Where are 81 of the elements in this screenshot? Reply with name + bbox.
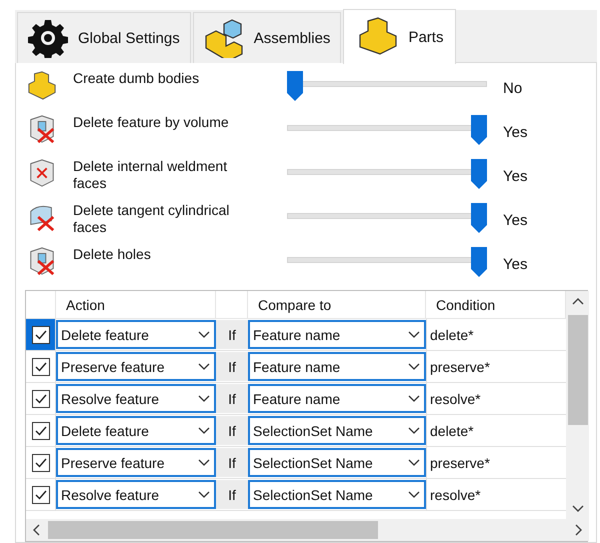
operator-cell: If [228,358,236,374]
compare-dropdown[interactable]: Feature name [248,352,426,381]
column-header: Action [66,296,105,312]
checkbox[interactable] [32,358,50,376]
operator-cell: If [228,390,236,406]
option-value: Yes [503,168,528,185]
compare-dropdown[interactable]: SelectionSet Name [248,448,426,477]
chevron-down-icon [408,490,420,498]
scroll-right-icon[interactable] [575,524,583,536]
action-dropdown[interactable]: Resolve feature [56,480,216,509]
table-cell: preserve* [430,454,490,470]
chevron-down-icon [198,458,210,466]
row-selector[interactable] [26,319,56,350]
operator-cell: If [228,454,236,470]
chevron-down-icon [408,426,420,434]
checkbox[interactable] [32,486,50,504]
chevron-down-icon [198,394,210,402]
slider-thumb[interactable] [471,115,487,145]
action-dropdown[interactable]: Delete feature [56,416,216,445]
column-header: Compare to [258,296,332,312]
option-value: Yes [503,124,528,141]
option-value: Yes [503,256,528,273]
block-icon [358,17,398,57]
chevron-down-icon [198,330,210,338]
slider-thumb[interactable] [471,203,487,233]
compare-dropdown[interactable]: Feature name [248,320,426,349]
checkbox[interactable] [32,454,50,472]
operator-cell: If [228,486,236,502]
scroll-left-icon[interactable] [32,524,40,536]
slider-thumb[interactable] [471,247,487,277]
chevron-down-icon [408,362,420,370]
table-cell: resolve* [430,486,481,502]
slider[interactable] [287,203,487,233]
checkbox[interactable] [32,422,50,440]
action-dropdown[interactable]: Preserve feature [56,448,216,477]
chevron-down-icon [198,362,210,370]
operator-cell: If [228,326,236,342]
option-label: Delete tangent cylindrical faces [73,202,230,236]
table-cell: delete* [430,326,474,342]
option-label: Delete internal weldment faces [73,158,228,192]
option-label: Create dumb bodies [73,70,200,87]
option-label: Delete feature by volume [73,114,230,131]
slider[interactable] [287,115,487,145]
vertical-scrollbar[interactable] [566,291,589,519]
scroll-up-icon[interactable] [572,297,584,305]
tab[interactable]: Global Settings [17,12,191,63]
scroll-down-icon[interactable] [572,505,584,513]
option-value: No [503,80,524,97]
compare-dropdown[interactable]: SelectionSet Name [248,480,426,509]
option-value: Yes [503,212,528,229]
tab[interactable]: Assemblies [192,12,342,63]
column-header: Condition [436,296,496,312]
compare-dropdown[interactable]: Feature name [248,384,426,413]
horizontal-scrollbar[interactable] [26,519,589,541]
slider[interactable] [287,71,487,101]
scroll-thumb[interactable] [568,315,588,425]
tab[interactable]: Parts [343,9,456,64]
checkbox[interactable] [32,326,50,344]
table-cell: preserve* [430,358,490,374]
action-dropdown[interactable]: Preserve feature [56,352,216,381]
chevron-down-icon [198,426,210,434]
operator-cell: If [228,422,236,438]
compare-dropdown[interactable]: SelectionSet Name [248,416,426,445]
checkbox[interactable] [32,390,50,408]
table-cell: delete* [430,422,474,438]
gear-icon [28,18,68,58]
slider[interactable] [287,247,487,277]
action-dropdown[interactable]: Resolve feature [56,384,216,413]
blocks-icon [204,18,244,58]
slider[interactable] [287,159,487,189]
chevron-down-icon [408,330,420,338]
slider-thumb[interactable] [287,71,303,101]
table-cell: resolve* [430,390,481,406]
chevron-down-icon [408,394,420,402]
chevron-down-icon [198,490,210,498]
scroll-thumb[interactable] [48,521,378,539]
block-icon [27,70,57,100]
action-dropdown[interactable]: Delete feature [56,320,216,349]
option-label: Delete holes [73,246,152,263]
chevron-down-icon [408,458,420,466]
slider-thumb[interactable] [471,159,487,189]
